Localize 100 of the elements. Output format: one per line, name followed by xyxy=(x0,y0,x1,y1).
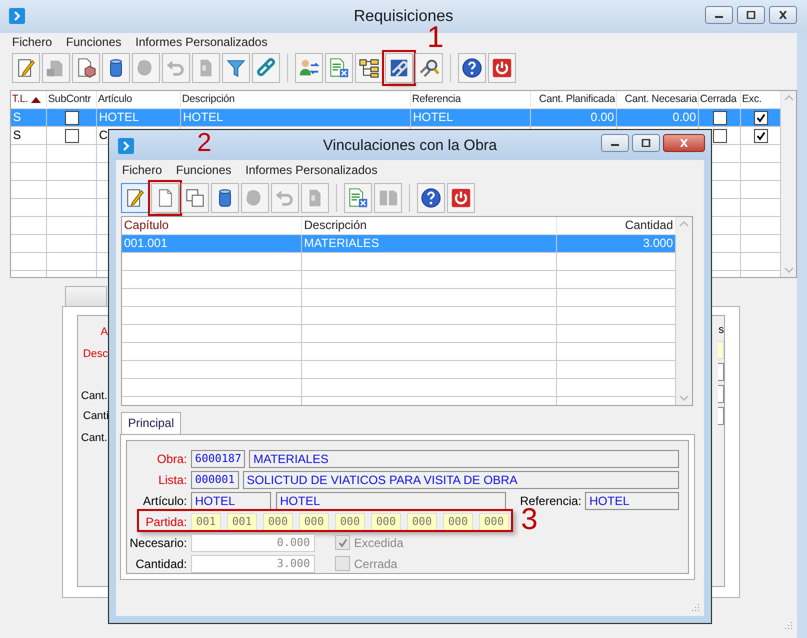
toolbar-button[interactable] xyxy=(121,183,149,213)
page-box-icon xyxy=(75,57,97,79)
checkbox[interactable] xyxy=(712,110,726,124)
column-header[interactable]: Descripción xyxy=(181,91,411,108)
toolbar-button[interactable] xyxy=(222,53,250,83)
menu-item[interactable]: Informes Personalizados xyxy=(245,163,378,177)
code-field[interactable]: 6000187 xyxy=(191,450,246,468)
resize-grip-icon[interactable] xyxy=(690,602,700,612)
column-header[interactable]: SubContr xyxy=(47,91,97,108)
checkbox[interactable] xyxy=(754,110,768,124)
scrollbar[interactable] xyxy=(676,217,692,405)
maximize-button[interactable] xyxy=(632,134,660,152)
column-header[interactable]: Descripción xyxy=(302,217,557,234)
toolbar-button[interactable] xyxy=(417,183,445,213)
column-header[interactable]: Capítulo xyxy=(122,217,302,234)
text-field[interactable] xyxy=(718,363,724,381)
segment-field[interactable]: 000 xyxy=(299,512,329,530)
table-cell: MATERIALES xyxy=(304,235,380,252)
segment-field[interactable]: 000 xyxy=(263,512,293,530)
toolbar-button[interactable] xyxy=(72,53,100,83)
text-field[interactable] xyxy=(718,407,724,425)
resize-grip-icon[interactable] xyxy=(783,620,793,630)
text-field[interactable] xyxy=(718,385,724,403)
annotation-number: 2 xyxy=(197,129,212,155)
scrollbar[interactable] xyxy=(781,91,796,277)
maximize-button[interactable] xyxy=(737,6,765,24)
column-header[interactable]: T.L. xyxy=(11,91,47,108)
toolbar-button[interactable] xyxy=(415,53,443,83)
segment-field[interactable]: 000 xyxy=(407,512,437,530)
segment-field[interactable]: 000 xyxy=(335,512,365,530)
table-cell: HOTEL xyxy=(99,109,140,126)
close-button[interactable] xyxy=(663,134,705,152)
field-label: Cantidad: xyxy=(134,556,187,570)
field-label: Cant. xyxy=(81,431,108,445)
toolbar-button[interactable] xyxy=(447,183,475,213)
segment-field[interactable]: 001 xyxy=(227,512,257,530)
menu-item[interactable]: Fichero xyxy=(122,163,162,177)
field-label: Artículo: xyxy=(142,494,187,508)
chain-magnifier-icon xyxy=(418,57,440,79)
tab[interactable]: Principal xyxy=(121,412,182,434)
table-cell: 0.00 xyxy=(672,109,696,126)
menu-item[interactable]: Funciones xyxy=(66,34,122,48)
pencil-page-icon xyxy=(15,57,37,79)
help-icon xyxy=(420,187,442,209)
checkbox[interactable] xyxy=(64,128,78,142)
code-field[interactable]: HOTEL xyxy=(191,492,271,510)
field-label: Partida: xyxy=(144,514,187,528)
close-button[interactable] xyxy=(769,6,797,24)
toolbar-button[interactable] xyxy=(458,53,486,83)
minimize-button[interactable] xyxy=(705,6,733,24)
checkbox[interactable] xyxy=(64,110,78,124)
scroll-down-icon xyxy=(679,395,689,401)
toolbar-button[interactable] xyxy=(211,183,239,213)
column-header[interactable]: Cant. Planificada xyxy=(531,91,617,108)
table-cell: S xyxy=(13,109,22,126)
toolbar-button[interactable] xyxy=(12,53,40,83)
checkbox[interactable] xyxy=(712,128,726,142)
power-icon xyxy=(491,57,513,79)
name-field[interactable]: MATERIALES xyxy=(249,450,679,468)
sort-arrow-icon xyxy=(31,96,42,102)
toolbar-button[interactable] xyxy=(181,183,209,213)
reference-field[interactable]: HOTEL xyxy=(585,492,679,510)
app-icon xyxy=(118,138,134,154)
segment-field[interactable]: 000 xyxy=(443,512,473,530)
tree-diagram-icon xyxy=(358,57,380,79)
copy-pages-icon xyxy=(184,187,206,209)
column-header[interactable]: Artículo xyxy=(97,91,181,108)
minimize-button[interactable] xyxy=(601,134,629,152)
code-field[interactable]: 000001 xyxy=(191,470,239,488)
close-icon xyxy=(679,139,689,147)
field-label: Desc xyxy=(82,347,108,361)
table-cell: 001.001 xyxy=(124,235,168,252)
field-label: s xyxy=(718,323,724,337)
column-header[interactable]: Referencia xyxy=(411,91,531,108)
field-label: A xyxy=(100,325,108,339)
toolbar-button[interactable] xyxy=(102,53,130,83)
field-label: Cant. xyxy=(81,389,108,403)
close-icon xyxy=(778,11,788,19)
funnel-icon xyxy=(225,57,247,79)
table-cell: 0.00 xyxy=(590,109,614,126)
segment-field[interactable]: 001 xyxy=(191,512,221,530)
toolbar-button[interactable] xyxy=(355,53,383,83)
menu-item[interactable]: Informes Personalizados xyxy=(135,34,268,48)
chain-page-icon xyxy=(388,57,410,79)
window-title: Vinculaciones con la Obra xyxy=(323,136,497,154)
checkbox[interactable] xyxy=(754,128,768,142)
field-label: Referencia: xyxy=(520,494,582,508)
field-label: Canti xyxy=(83,409,109,423)
column-header[interactable]: Cerrada xyxy=(699,91,741,108)
checkbox-label: Cerrada xyxy=(354,556,398,570)
segment-field[interactable]: 000 xyxy=(371,512,401,530)
column-header[interactable]: Cant. Necesaria xyxy=(617,91,699,108)
table-cell: S xyxy=(13,127,22,144)
menu-item[interactable]: Funciones xyxy=(176,163,232,177)
menu-item[interactable]: Fichero xyxy=(12,34,52,48)
toolbar-button[interactable] xyxy=(488,53,516,83)
name-field[interactable]: SOLICTUD DE VIATICOS PARA VISITA DE OBRA xyxy=(242,470,679,488)
toolbar-button[interactable] xyxy=(385,53,413,83)
name-field[interactable]: HOTEL xyxy=(276,492,506,510)
segment-field[interactable]: 000 xyxy=(479,512,509,530)
